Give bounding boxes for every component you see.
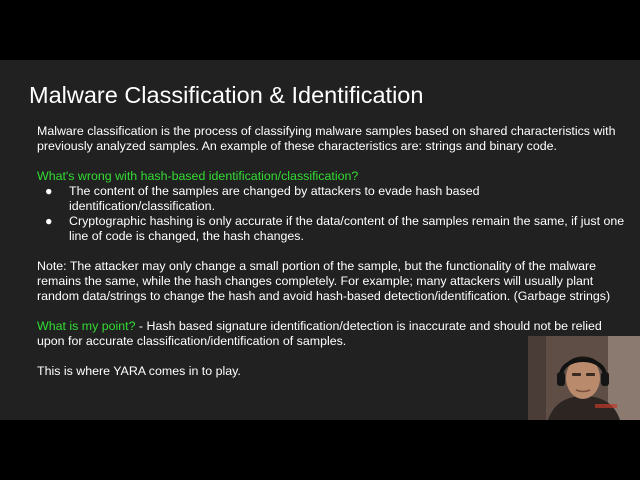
bullet-icon: ● — [45, 214, 53, 228]
webcam-overlay — [528, 336, 640, 420]
bullet-icon: ● — [45, 184, 53, 198]
question-heading: What's wrong with hash-based identificat… — [37, 169, 359, 183]
list-item: ● The content of the samples are changed… — [37, 184, 627, 214]
note-paragraph: Note: The attacker may only change a sma… — [37, 259, 611, 303]
bullet-text: Cryptographic hashing is only accurate i… — [69, 214, 625, 243]
intro-paragraph: Malware classification is the process of… — [37, 124, 616, 153]
presenter-video — [528, 336, 640, 420]
point-label: What is my point? — [37, 319, 136, 333]
bullet-text: The content of the samples are changed b… — [69, 184, 480, 213]
bullet-list: ● The content of the samples are changed… — [37, 184, 627, 244]
list-item: ● Cryptographic hashing is only accurate… — [37, 214, 627, 244]
video-frame: Malware Classification & Identification … — [0, 0, 640, 480]
slide-title: Malware Classification & Identification — [29, 82, 424, 108]
